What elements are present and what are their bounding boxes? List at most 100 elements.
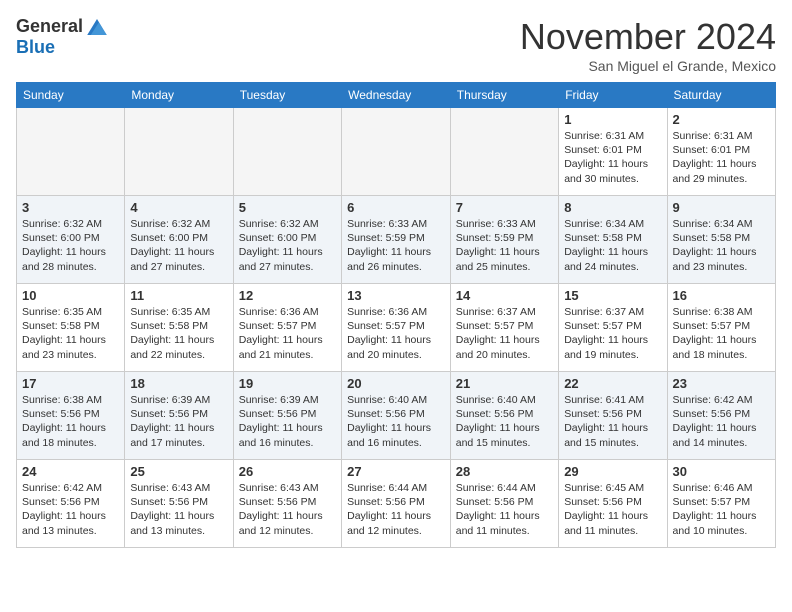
calendar-day-cell: 29 Sunrise: 6:45 AMSunset: 5:56 PMDayligh…	[559, 460, 667, 548]
calendar-day-cell: 15 Sunrise: 6:37 AMSunset: 5:57 PMDayligh…	[559, 284, 667, 372]
calendar-day-header: Sunday	[17, 83, 125, 108]
day-info: Sunrise: 6:43 AMSunset: 5:56 PMDaylight:…	[239, 481, 336, 538]
calendar-day-cell	[125, 108, 233, 196]
calendar-day-header: Saturday	[667, 83, 775, 108]
calendar-day-cell	[342, 108, 451, 196]
calendar-day-header: Tuesday	[233, 83, 341, 108]
calendar-day-cell: 4 Sunrise: 6:32 AMSunset: 6:00 PMDaylight…	[125, 196, 233, 284]
day-info: Sunrise: 6:38 AMSunset: 5:56 PMDaylight:…	[22, 393, 119, 450]
day-info: Sunrise: 6:34 AMSunset: 5:58 PMDaylight:…	[564, 217, 661, 274]
calendar-day-cell: 2 Sunrise: 6:31 AMSunset: 6:01 PMDaylight…	[667, 108, 775, 196]
day-number: 19	[239, 376, 336, 391]
day-info: Sunrise: 6:43 AMSunset: 5:56 PMDaylight:…	[130, 481, 227, 538]
logo-general-text: General	[16, 16, 83, 37]
calendar-day-cell: 20 Sunrise: 6:40 AMSunset: 5:56 PMDayligh…	[342, 372, 451, 460]
calendar-day-cell	[233, 108, 341, 196]
day-info: Sunrise: 6:44 AMSunset: 5:56 PMDaylight:…	[456, 481, 553, 538]
day-info: Sunrise: 6:36 AMSunset: 5:57 PMDaylight:…	[239, 305, 336, 362]
calendar-day-header: Wednesday	[342, 83, 451, 108]
calendar-day-cell: 22Sunrise: 6:41 AMSunset: 5:56 PMDayligh…	[559, 372, 667, 460]
calendar-day-cell: 30 Sunrise: 6:46 AMSunset: 5:57 PMDayligh…	[667, 460, 775, 548]
day-info: Sunrise: 6:31 AMSunset: 6:01 PMDaylight:…	[564, 129, 661, 186]
day-number: 29	[564, 464, 661, 479]
calendar-week-row: 10 Sunrise: 6:35 AMSunset: 5:58 PMDayligh…	[17, 284, 776, 372]
calendar-day-cell: 23 Sunrise: 6:42 AMSunset: 5:56 PMDayligh…	[667, 372, 775, 460]
calendar-day-cell: 9Sunrise: 6:34 AMSunset: 5:58 PMDaylight…	[667, 196, 775, 284]
day-number: 16	[673, 288, 770, 303]
location-subtitle: San Miguel el Grande, Mexico	[520, 58, 776, 74]
page-header: General Blue November 2024 San Miguel el…	[16, 16, 776, 74]
calendar-day-header: Thursday	[450, 83, 558, 108]
calendar-day-cell: 7Sunrise: 6:33 AMSunset: 5:59 PMDaylight…	[450, 196, 558, 284]
calendar-day-cell: 28Sunrise: 6:44 AMSunset: 5:56 PMDayligh…	[450, 460, 558, 548]
day-number: 4	[130, 200, 227, 215]
calendar-day-cell: 21 Sunrise: 6:40 AMSunset: 5:56 PMDayligh…	[450, 372, 558, 460]
day-number: 11	[130, 288, 227, 303]
calendar-day-cell: 17 Sunrise: 6:38 AMSunset: 5:56 PMDayligh…	[17, 372, 125, 460]
day-number: 14	[456, 288, 553, 303]
day-info: Sunrise: 6:42 AMSunset: 5:56 PMDaylight:…	[673, 393, 770, 450]
calendar-table: SundayMondayTuesdayWednesdayThursdayFrid…	[16, 82, 776, 548]
logo: General Blue	[16, 16, 107, 58]
day-info: Sunrise: 6:34 AMSunset: 5:58 PMDaylight:…	[673, 217, 770, 274]
calendar-day-cell: 10Sunrise: 6:35 AMSunset: 5:58 PMDayligh…	[17, 284, 125, 372]
logo-icon	[87, 19, 107, 35]
calendar-day-cell	[17, 108, 125, 196]
calendar-day-cell: 14 Sunrise: 6:37 AMSunset: 5:57 PMDayligh…	[450, 284, 558, 372]
day-info: Sunrise: 6:32 AMSunset: 6:00 PMDaylight:…	[239, 217, 336, 274]
day-info: Sunrise: 6:39 AMSunset: 5:56 PMDaylight:…	[130, 393, 227, 450]
calendar-day-cell: 8 Sunrise: 6:34 AMSunset: 5:58 PMDaylight…	[559, 196, 667, 284]
calendar-day-cell	[450, 108, 558, 196]
calendar-day-cell: 5 Sunrise: 6:32 AMSunset: 6:00 PMDaylight…	[233, 196, 341, 284]
calendar-day-header: Friday	[559, 83, 667, 108]
day-info: Sunrise: 6:35 AMSunset: 5:58 PMDaylight:…	[130, 305, 227, 362]
day-number: 2	[673, 112, 770, 127]
calendar-day-cell: 11 Sunrise: 6:35 AMSunset: 5:58 PMDayligh…	[125, 284, 233, 372]
day-number: 15	[564, 288, 661, 303]
calendar-day-cell: 16 Sunrise: 6:38 AMSunset: 5:57 PMDayligh…	[667, 284, 775, 372]
title-section: November 2024 San Miguel el Grande, Mexi…	[520, 16, 776, 74]
day-number: 17	[22, 376, 119, 391]
calendar-day-cell: 6 Sunrise: 6:33 AMSunset: 5:59 PMDaylight…	[342, 196, 451, 284]
calendar-header-row: SundayMondayTuesdayWednesdayThursdayFrid…	[17, 83, 776, 108]
day-number: 10	[22, 288, 119, 303]
day-info: Sunrise: 6:39 AMSunset: 5:56 PMDaylight:…	[239, 393, 336, 450]
day-info: Sunrise: 6:42 AMSunset: 5:56 PMDaylight:…	[22, 481, 119, 538]
day-info: Sunrise: 6:45 AMSunset: 5:56 PMDaylight:…	[564, 481, 661, 538]
day-number: 1	[564, 112, 661, 127]
day-info: Sunrise: 6:38 AMSunset: 5:57 PMDaylight:…	[673, 305, 770, 362]
day-info: Sunrise: 6:33 AMSunset: 5:59 PMDaylight:…	[347, 217, 445, 274]
day-info: Sunrise: 6:32 AMSunset: 6:00 PMDaylight:…	[22, 217, 119, 274]
day-number: 13	[347, 288, 445, 303]
day-number: 30	[673, 464, 770, 479]
day-number: 26	[239, 464, 336, 479]
calendar-day-cell: 27Sunrise: 6:44 AMSunset: 5:56 PMDayligh…	[342, 460, 451, 548]
day-number: 23	[673, 376, 770, 391]
day-info: Sunrise: 6:37 AMSunset: 5:57 PMDaylight:…	[564, 305, 661, 362]
day-number: 12	[239, 288, 336, 303]
day-info: Sunrise: 6:41 AMSunset: 5:56 PMDaylight:…	[564, 393, 661, 450]
calendar-day-cell: 24Sunrise: 6:42 AMSunset: 5:56 PMDayligh…	[17, 460, 125, 548]
day-info: Sunrise: 6:40 AMSunset: 5:56 PMDaylight:…	[347, 393, 445, 450]
day-info: Sunrise: 6:32 AMSunset: 6:00 PMDaylight:…	[130, 217, 227, 274]
calendar-day-cell: 25Sunrise: 6:43 AMSunset: 5:56 PMDayligh…	[125, 460, 233, 548]
calendar-day-header: Monday	[125, 83, 233, 108]
day-number: 3	[22, 200, 119, 215]
calendar-week-row: 24Sunrise: 6:42 AMSunset: 5:56 PMDayligh…	[17, 460, 776, 548]
day-info: Sunrise: 6:46 AMSunset: 5:57 PMDaylight:…	[673, 481, 770, 538]
day-number: 8	[564, 200, 661, 215]
day-number: 5	[239, 200, 336, 215]
day-number: 18	[130, 376, 227, 391]
day-number: 20	[347, 376, 445, 391]
day-number: 6	[347, 200, 445, 215]
day-number: 7	[456, 200, 553, 215]
day-number: 21	[456, 376, 553, 391]
calendar-day-cell: 1 Sunrise: 6:31 AMSunset: 6:01 PMDaylight…	[559, 108, 667, 196]
day-info: Sunrise: 6:31 AMSunset: 6:01 PMDaylight:…	[673, 129, 770, 186]
day-info: Sunrise: 6:37 AMSunset: 5:57 PMDaylight:…	[456, 305, 553, 362]
day-info: Sunrise: 6:40 AMSunset: 5:56 PMDaylight:…	[456, 393, 553, 450]
calendar-day-cell: 13Sunrise: 6:36 AMSunset: 5:57 PMDayligh…	[342, 284, 451, 372]
day-number: 27	[347, 464, 445, 479]
calendar-day-cell: 3 Sunrise: 6:32 AMSunset: 6:00 PMDaylight…	[17, 196, 125, 284]
calendar-day-cell: 12 Sunrise: 6:36 AMSunset: 5:57 PMDayligh…	[233, 284, 341, 372]
